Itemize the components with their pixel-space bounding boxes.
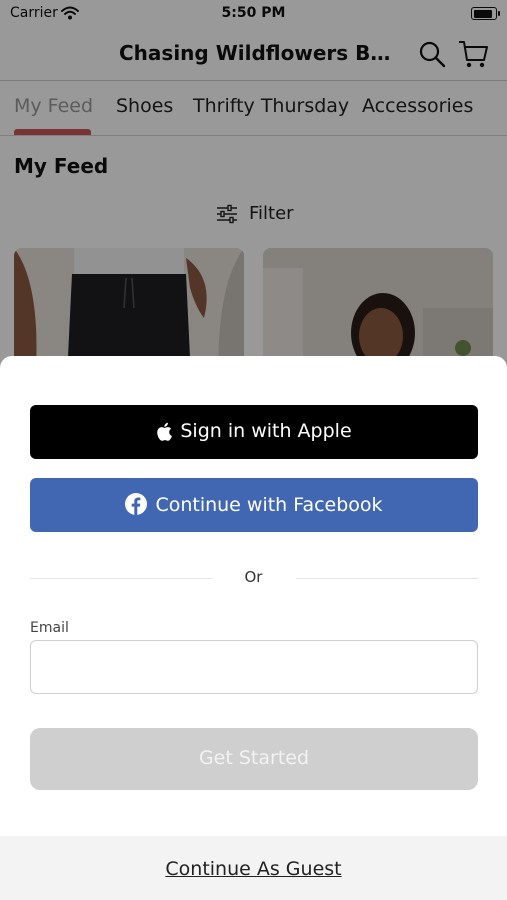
facebook-button-label: Continue with Facebook [155, 494, 383, 516]
guest-bar: Continue As Guest [0, 836, 507, 900]
or-separator: Or [244, 568, 263, 586]
sign-in-sheet: Sign in with Apple Continue with Faceboo… [0, 356, 507, 900]
get-started-label: Get Started [198, 747, 310, 769]
sign-in-with-apple-button[interactable]: Sign in with Apple [30, 405, 478, 459]
continue-as-guest-link[interactable]: Continue As Guest [0, 858, 507, 880]
email-label: Email [30, 620, 69, 636]
apple-button-label: Sign in with Apple [180, 420, 352, 442]
email-field[interactable] [30, 640, 478, 694]
divider-right [296, 578, 478, 579]
continue-with-facebook-button[interactable]: Continue with Facebook [30, 478, 478, 532]
get-started-button[interactable]: Get Started [30, 728, 478, 790]
apple-logo-icon [157, 422, 173, 441]
facebook-logo-icon [125, 493, 148, 515]
